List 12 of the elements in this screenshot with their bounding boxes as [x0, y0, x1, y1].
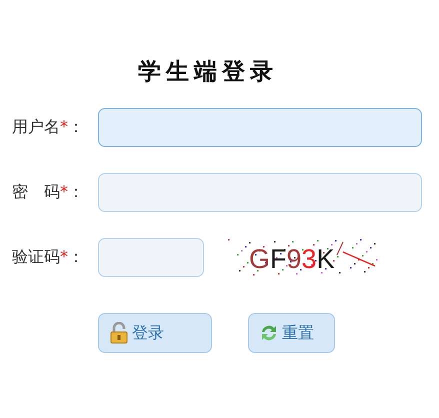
field-label: 用户名*：	[11, 116, 85, 138]
captcha-field[interactable]	[98, 238, 204, 276]
lock-icon	[109, 322, 129, 344]
username-field[interactable]	[98, 108, 422, 146]
login-button[interactable]: 登录	[98, 313, 212, 353]
captcha-image[interactable]: GF93K	[225, 237, 381, 277]
refresh-icon	[259, 323, 279, 343]
page-title: 学生端登录	[138, 58, 279, 87]
field-label: 验证码*：	[11, 246, 85, 268]
password-field[interactable]	[98, 172, 422, 212]
field-label: 密 码*：	[11, 181, 85, 203]
reset-button[interactable]: 重置	[248, 313, 335, 353]
